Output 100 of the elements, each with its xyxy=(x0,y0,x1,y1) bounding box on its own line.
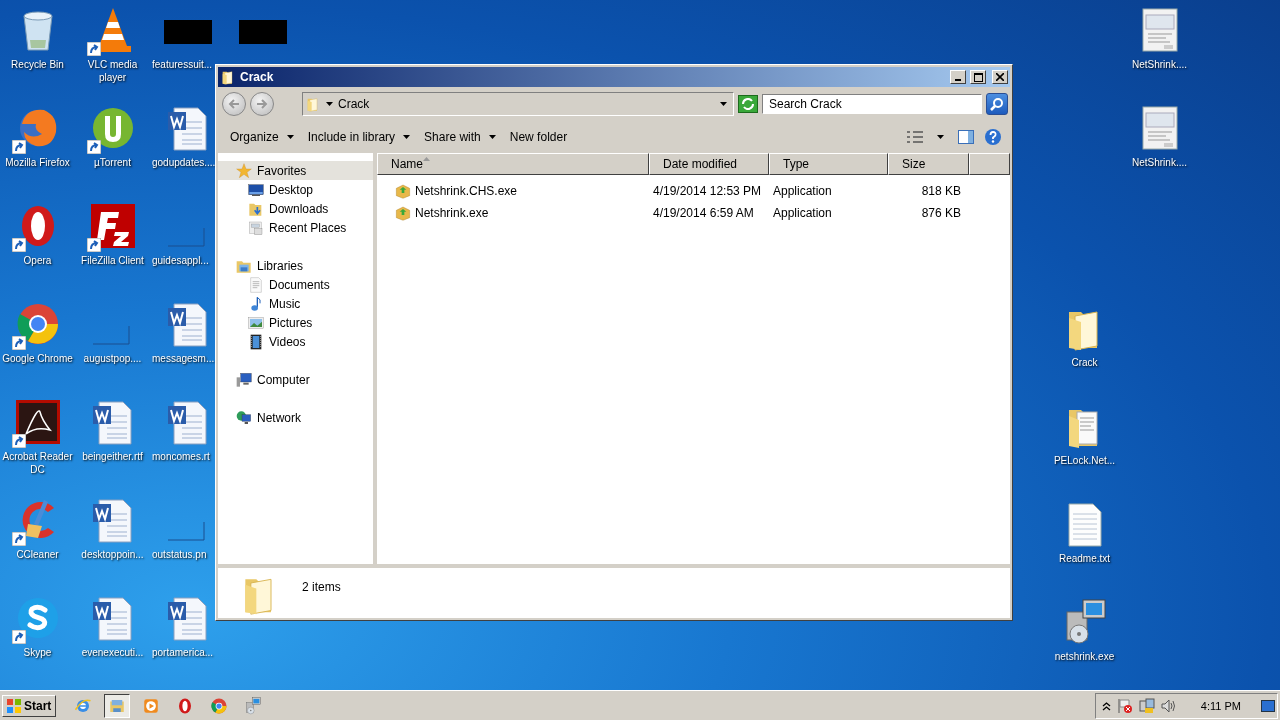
desktop-icon-label[interactable]: Opera xyxy=(23,254,52,267)
fz-tile-icon[interactable] xyxy=(88,202,137,250)
minimize-button[interactable] xyxy=(950,70,966,84)
item-count: 2 items xyxy=(302,580,341,594)
screen-icon xyxy=(1261,699,1275,712)
preview-pane-icon xyxy=(958,130,974,144)
music-note-icon xyxy=(248,295,264,312)
desktop-icon-label[interactable]: moncomes.rt xyxy=(152,450,210,463)
desktop-icon-label[interactable]: Crack xyxy=(1071,356,1098,369)
caret-icon xyxy=(403,135,411,139)
desktop-icon-label[interactable]: featuressuit... xyxy=(152,58,213,71)
desktop-icon-label[interactable]: netshrink.exe xyxy=(1054,650,1115,663)
picture-icon xyxy=(248,314,264,331)
desktop-icon-label[interactable]: Recycle Bin xyxy=(11,58,64,71)
address-bar[interactable]: Crack xyxy=(302,92,734,116)
navigation-item[interactable]: Videos xyxy=(218,332,373,351)
column-header[interactable] xyxy=(969,153,1010,175)
maximize-button[interactable] xyxy=(970,70,986,84)
clock[interactable]: 4:11 PM xyxy=(1200,699,1241,712)
desktop-icon-label[interactable]: godupdates.... xyxy=(152,156,216,169)
taskbar-app-button[interactable] xyxy=(104,693,130,718)
film-icon xyxy=(248,333,264,350)
navigation-item[interactable]: Downloads xyxy=(218,199,373,218)
dropdown-caret-icon xyxy=(720,102,727,106)
column-header[interactable]: Size xyxy=(888,153,969,175)
folder-icon xyxy=(305,96,321,112)
folder-icon xyxy=(220,69,236,85)
details-view-icon xyxy=(907,131,923,143)
show-desktop-button[interactable] xyxy=(1261,699,1275,712)
file-name: Netshrink.CHS.exe xyxy=(415,184,518,198)
desktop-icon-label[interactable]: Google Chrome xyxy=(2,352,73,365)
date-cell-text: 4/19/2014 6:59 AM xyxy=(652,206,755,220)
column-header[interactable]: Type xyxy=(769,153,888,175)
letter-o-icon xyxy=(176,696,194,715)
help-icon xyxy=(984,128,1002,146)
play-button-icon xyxy=(142,696,160,715)
refresh-button[interactable] xyxy=(738,95,758,113)
navigation-item[interactable]: Documents xyxy=(218,275,373,294)
desktop-icon-label[interactable]: Acrobat Reader DC xyxy=(0,450,75,476)
desktop-icon-label[interactable]: Mozilla Firefox xyxy=(5,156,70,169)
size-cell-text: 876 KB xyxy=(920,206,962,220)
monitor-icon xyxy=(248,181,264,198)
desktop-icon-label[interactable]: PELock.Net... xyxy=(1053,454,1116,467)
speaker-icon[interactable] xyxy=(1160,697,1177,714)
close-button[interactable] xyxy=(992,70,1008,84)
breadcrumb-caret-icon xyxy=(326,102,333,106)
start-button[interactable]: Start xyxy=(2,694,56,717)
close-icon xyxy=(996,73,1004,81)
desktop-icon-label[interactable]: messagesm... xyxy=(152,352,215,365)
installer-icon xyxy=(244,696,262,715)
recent-places-icon xyxy=(248,219,264,236)
column-header[interactable]: Name xyxy=(377,153,649,175)
double-chevron-icon xyxy=(1101,700,1111,711)
command-button[interactable]: Include in library xyxy=(301,127,417,147)
desktop-icon-label[interactable]: Readme.txt xyxy=(1058,552,1111,565)
search-field[interactable]: Search Crack xyxy=(762,94,982,114)
command-button[interactable]: Organize xyxy=(224,127,300,147)
desktop-icon-label[interactable]: FileZilla Client xyxy=(81,254,144,267)
search-icon xyxy=(990,97,1004,111)
desktop-icon-label[interactable]: NetShrink.... xyxy=(1132,156,1187,169)
forward-button[interactable] xyxy=(250,92,274,116)
column-header[interactable]: Date modified xyxy=(649,153,769,175)
document-swirl-icon[interactable] xyxy=(13,398,62,446)
file-row[interactable]: Netshrink.CHS.exe 4/19/2014 12:53 PM Application 818 KB xyxy=(377,180,1010,202)
app-box-icon xyxy=(395,205,411,221)
desktop-icon-label[interactable]: µTorrent xyxy=(94,156,131,169)
navigation-item[interactable]: Recent Places xyxy=(218,218,373,237)
navigation-item[interactable]: Desktop xyxy=(218,180,373,199)
navigation-item[interactable]: Pictures xyxy=(218,313,373,332)
navigation-item[interactable]: Libraries xyxy=(218,256,373,275)
address-path[interactable]: Crack xyxy=(338,97,715,111)
caret-icon xyxy=(937,135,944,139)
flag-alert-icon[interactable] xyxy=(1116,697,1133,714)
forward-arrow-icon xyxy=(256,99,268,109)
browser-e-icon xyxy=(74,696,92,715)
desktop-icon-label[interactable]: augustpop.... xyxy=(83,352,142,365)
type-cell-text: Application xyxy=(772,184,833,198)
navigation-item[interactable]: Computer xyxy=(218,370,373,389)
command-button[interactable]: New folder xyxy=(503,127,574,147)
file-name: Netshrink.exe xyxy=(415,206,489,220)
computer-icon xyxy=(236,371,252,388)
show-hidden-icons-button[interactable] xyxy=(1101,700,1111,711)
desktop-icon-label[interactable]: beingeither.rtf xyxy=(82,450,143,463)
navigation-item[interactable]: Favorites xyxy=(218,161,373,180)
navigation-item[interactable]: Music xyxy=(218,294,373,313)
desktop-icon-label[interactable]: NetShrink.... xyxy=(1132,58,1187,71)
caret-icon xyxy=(488,135,496,139)
app-box-icon xyxy=(395,183,411,199)
command-button[interactable]: Share with xyxy=(418,127,502,147)
network-globe-icon xyxy=(236,409,252,426)
back-button[interactable] xyxy=(222,92,246,116)
desktop-icon-label[interactable]: guidesappl... xyxy=(152,254,209,267)
chrome-circle-icon xyxy=(210,696,228,715)
search-button[interactable] xyxy=(986,93,1008,115)
desktop-icon-label[interactable]: VLC media player xyxy=(75,58,150,84)
refresh-icon xyxy=(741,98,755,110)
file-row[interactable]: Netshrink.exe 4/19/2014 6:59 AM Application 876 KB xyxy=(377,202,1010,224)
network-icon[interactable] xyxy=(1138,697,1155,714)
type-cell-text: Application xyxy=(772,206,833,220)
navigation-item[interactable]: Network xyxy=(218,408,373,427)
